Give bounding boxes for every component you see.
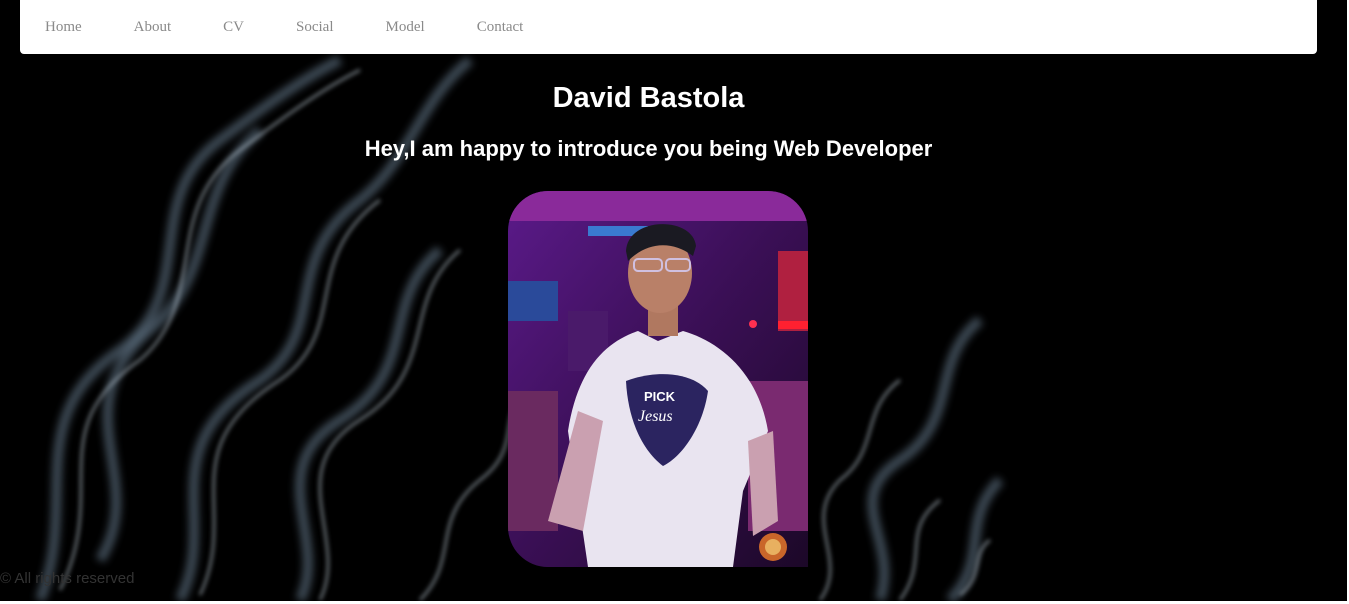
profile-photo: PICK Jesus <box>508 191 808 567</box>
nav-about[interactable]: About <box>134 19 172 36</box>
nav-cv[interactable]: CV <box>223 19 244 36</box>
svg-text:Jesus: Jesus <box>638 408 673 425</box>
tagline: Hey,I am happy to introduce you being We… <box>364 136 933 161</box>
nav-home[interactable]: Home <box>45 19 82 36</box>
top-nav: Home About CV Social Model Contact <box>20 0 1317 54</box>
nav-model[interactable]: Model <box>386 19 425 36</box>
nav-social[interactable]: Social <box>296 19 334 36</box>
footer-copyright: © All rights reserved <box>0 570 135 587</box>
svg-text:PICK: PICK <box>644 389 676 404</box>
nav-contact[interactable]: Contact <box>477 19 524 36</box>
page-title: David Bastola <box>552 82 745 114</box>
